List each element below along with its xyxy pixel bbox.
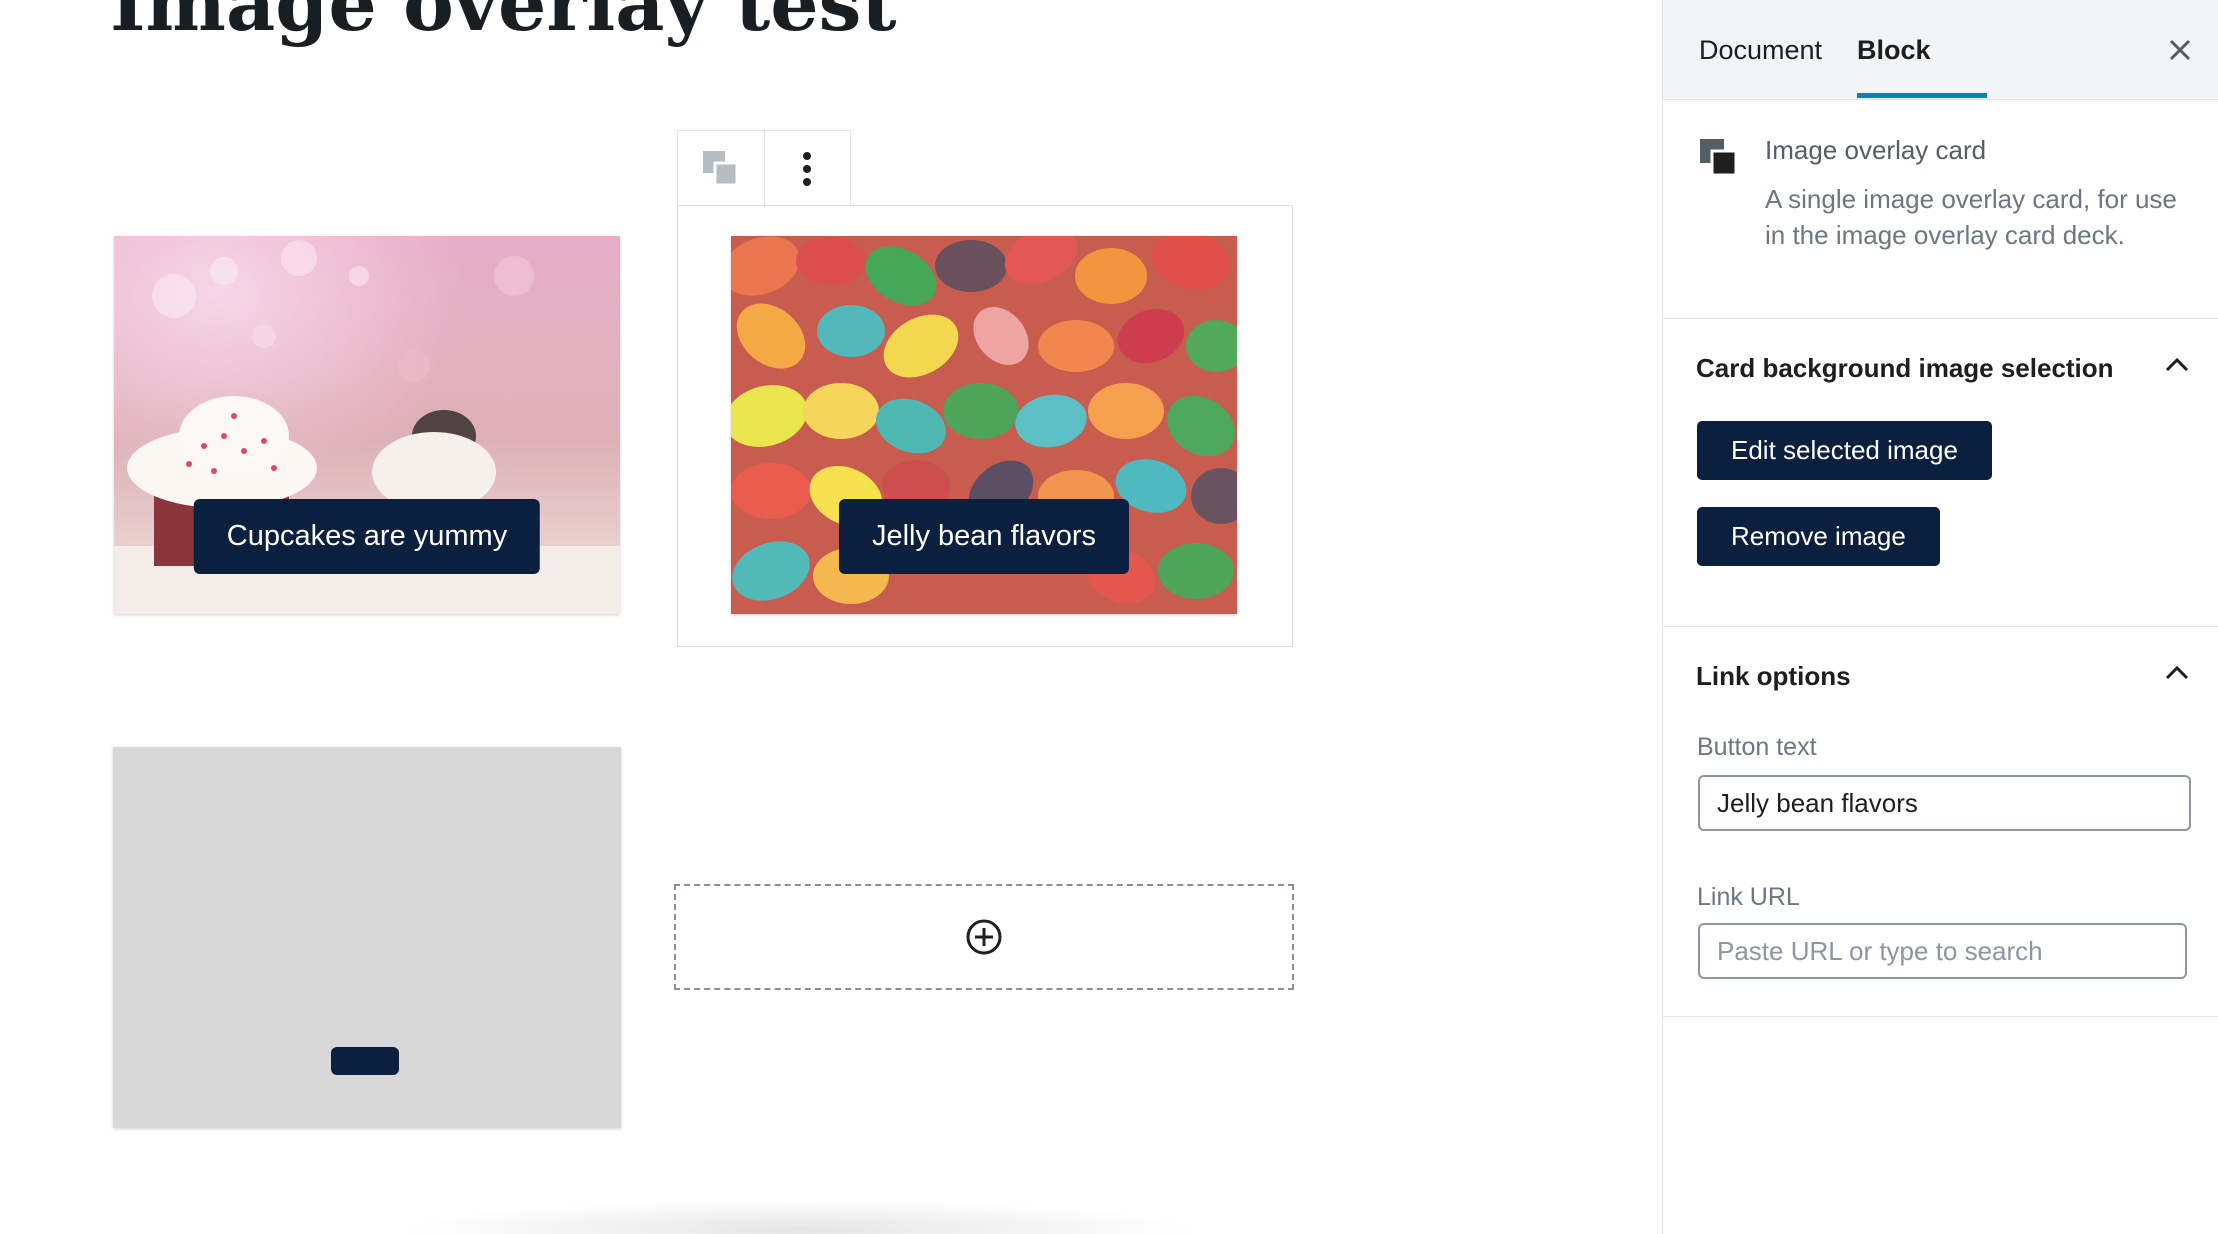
plus-circle-icon: [966, 919, 1002, 955]
card-overlay-button[interactable]: Jelly bean flavors: [838, 499, 1130, 574]
more-options-button[interactable]: [763, 131, 851, 207]
block-appender[interactable]: [674, 884, 1294, 990]
button-text-label: Button text: [1697, 733, 1817, 761]
image-overlay-card-icon: [702, 151, 739, 187]
tab-block[interactable]: Block: [1857, 0, 1931, 99]
content-bottom-shadow: [400, 1200, 1200, 1234]
sidebar-header: Document Block: [1663, 0, 2218, 100]
chevron-up-icon[interactable]: [2164, 355, 2190, 373]
image-overlay-card-icon: [1700, 139, 1738, 177]
sidebar-empty-area: [1663, 1017, 2218, 1234]
panel-title[interactable]: Link options: [1696, 661, 1851, 692]
remove-image-button[interactable]: Remove image: [1697, 507, 1940, 566]
block-card: Image overlay card A single image overla…: [1663, 100, 2218, 319]
block-card-title: Image overlay card: [1765, 135, 1987, 165]
overlay-card-jelly-beans[interactable]: Jelly bean flavors: [731, 236, 1237, 614]
tab-document[interactable]: Document: [1699, 0, 1822, 99]
panel-title[interactable]: Card background image selection: [1696, 353, 2114, 384]
card-overlay-button[interactable]: Cupcakes are yummy: [193, 499, 541, 574]
settings-sidebar: Document Block Image overlay card A sing…: [1662, 0, 2218, 1234]
link-url-label: Link URL: [1697, 883, 1800, 911]
link-url-input[interactable]: Paste URL or type to search: [1698, 923, 2187, 979]
edit-selected-image-button[interactable]: Edit selected image: [1697, 421, 1992, 480]
active-tab-indicator: [1857, 93, 1987, 98]
overlay-card-empty[interactable]: [113, 747, 621, 1128]
block-toolbar: [677, 130, 851, 207]
card-overlay-button[interactable]: [331, 1047, 399, 1075]
close-icon[interactable]: [2168, 38, 2192, 62]
vertical-ellipsis-icon: [803, 152, 812, 186]
block-card-description: A single image overlay card, for use in …: [1765, 184, 2177, 250]
chevron-up-icon[interactable]: [2164, 663, 2190, 681]
block-type-switcher-button[interactable]: [678, 131, 764, 207]
post-title[interactable]: Image overlay test: [110, 0, 897, 46]
panel-background-image: Card background image selection Edit sel…: [1663, 319, 2218, 627]
editor-canvas: Image overlay test Cupcakes are yummy Je…: [0, 0, 1662, 1234]
overlay-card-cupcakes[interactable]: Cupcakes are yummy: [114, 236, 620, 614]
button-text-input[interactable]: Jelly bean flavors: [1698, 775, 2191, 831]
panel-link-options: Link options Button text Jelly bean flav…: [1663, 627, 2218, 1017]
